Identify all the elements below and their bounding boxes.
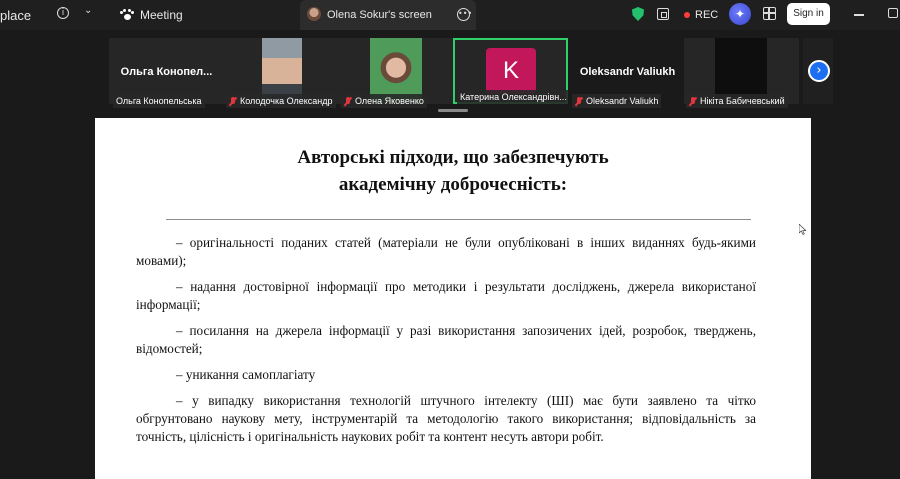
participant-name: Колодочка Олександр	[240, 96, 333, 106]
slide-list-item: – у випадку використання технологій штуч…	[136, 393, 756, 444]
sign-in-button[interactable]: Sign in	[787, 3, 830, 25]
apps-icon[interactable]	[763, 7, 776, 20]
screen-share-tab[interactable]: Olena Sokur's screen •••	[300, 0, 476, 30]
participant-name: Олена Яковенко	[355, 96, 424, 106]
presenter-avatar	[307, 7, 321, 21]
participant-tile-active-speaker[interactable]: K Катерина Олександрівн...	[453, 38, 568, 104]
participant-name: Oleksandr Valiukh	[586, 96, 659, 106]
participant-name: Нікіта Бабичевський	[700, 96, 785, 106]
gallery-resize-handle[interactable]	[438, 109, 468, 112]
more-options-icon[interactable]: •••	[457, 8, 472, 21]
slide-list-item: – надання достовірної інформації про мет…	[136, 279, 756, 312]
recording-label: REC	[695, 9, 719, 21]
participant-name-label: Колодочка Олександр	[226, 94, 336, 108]
shared-screen-slide: Авторські підходи, що забезпечують акаде…	[95, 118, 811, 479]
slide-title: Авторські підходи, що забезпечують акаде…	[95, 144, 811, 198]
maximize-icon[interactable]	[888, 8, 898, 18]
participant-name: Ольга Конопельська	[116, 96, 202, 106]
title-bar: place i ⌄ Meeting Olena Sokur's screen •…	[0, 0, 900, 30]
meeting-label: Meeting	[140, 8, 183, 22]
participant-display-name: Ольга Конопел...	[120, 66, 213, 78]
paw-icon	[120, 9, 134, 21]
slide-title-line: академічну доброчесність:	[338, 174, 568, 195]
mic-muted-icon	[229, 96, 237, 106]
slide-list-item: – оригінальності поданих статей (матеріа…	[136, 235, 756, 268]
mouse-cursor-icon	[799, 224, 807, 235]
screen-share-title: Olena Sokur's screen	[327, 9, 432, 21]
slide-divider	[166, 219, 751, 220]
view-options-icon[interactable]	[657, 8, 669, 20]
mic-muted-icon	[344, 96, 352, 106]
recording-dot-icon	[684, 12, 690, 18]
app-name: place	[0, 8, 32, 23]
minimize-icon[interactable]	[854, 14, 864, 16]
participant-gallery: Ольга Конопел... Ольга Конопельська Коло…	[0, 30, 900, 116]
participant-display-name: Oleksandr Valiukh	[579, 66, 676, 78]
ai-companion-icon[interactable]: ✦	[729, 3, 751, 25]
zoom-window: place i ⌄ Meeting Olena Sokur's screen •…	[0, 0, 900, 479]
gallery-next-button[interactable]: ›	[808, 60, 830, 82]
slide-body: – оригінальності поданих статей (матеріа…	[136, 234, 756, 454]
security-shield-icon[interactable]	[632, 7, 644, 21]
participant-tile[interactable]: Oleksandr Valiukh Oleksandr Valiukh	[570, 38, 685, 108]
mic-muted-icon	[575, 96, 583, 106]
recording-indicator[interactable]: REC	[684, 9, 718, 21]
participant-tile[interactable]: Ольга Конопел... Ольга Конопельська	[109, 38, 224, 108]
participant-name-label: Олена Яковенко	[341, 94, 427, 108]
participant-tile[interactable]: Олена Яковенко	[339, 38, 454, 108]
participant-name-label: Ольга Конопельська	[113, 94, 205, 108]
slide-title-line: Авторські підходи, що забезпечують	[297, 147, 609, 168]
info-icon[interactable]: i	[57, 7, 69, 19]
participant-tile[interactable]: Колодочка Олександр	[224, 38, 339, 108]
meeting-menu[interactable]: Meeting	[120, 8, 183, 22]
participant-avatar: K	[486, 48, 536, 94]
chevron-down-icon[interactable]: ⌄	[84, 5, 92, 16]
slide-list-item: – посилання на джерела інформації у разі…	[136, 323, 756, 356]
participant-name: Катерина Олександрівн...	[460, 92, 567, 102]
participant-tile[interactable]: Нікіта Бабичевський	[684, 38, 799, 108]
slide-list-item: – уникання самоплагіату	[176, 367, 316, 382]
mic-muted-icon	[689, 96, 697, 106]
participant-name-label: Oleksandr Valiukh	[572, 94, 662, 108]
participant-name-label: Катерина Олександрівн...	[457, 90, 568, 104]
participant-name-label: Нікіта Бабичевський	[686, 94, 788, 108]
